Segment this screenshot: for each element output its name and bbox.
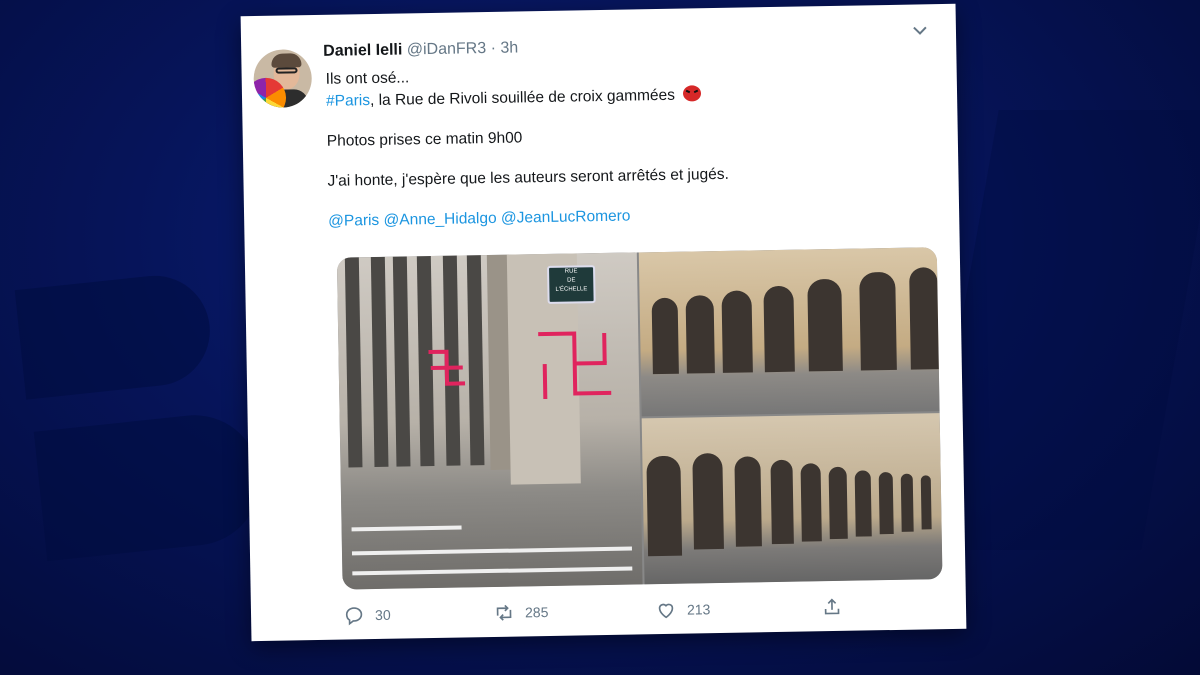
reply-count: 30	[374, 606, 391, 624]
mention-link[interactable]: @JeanLucRomero	[501, 208, 631, 227]
mention-link[interactable]: @Anne_Hidalgo	[383, 210, 496, 229]
like-button[interactable]: 213	[655, 598, 711, 621]
background-letter-shape	[14, 270, 216, 400]
tweet-time[interactable]: 3h	[500, 39, 518, 56]
background-letter-shape	[33, 408, 267, 562]
tweet-text: Ils ont osé... #Paris, la Rue de Rivoli …	[326, 58, 929, 232]
separator-dot: ·	[490, 39, 497, 57]
avatar[interactable]	[253, 49, 313, 109]
punctuation: ,	[369, 91, 375, 110]
graffiti-mark	[538, 331, 612, 400]
photo-grid: RUE DE L'ÉCHELLE	[336, 247, 943, 590]
tweet-actions: 30 285 213	[343, 594, 943, 634]
mention-link[interactable]: @Paris	[328, 212, 379, 230]
tweet-header: Daniel Ielli @iDanFR3 · 3h	[323, 39, 518, 60]
street-sign: RUE DE L'ÉCHELLE	[547, 265, 596, 304]
like-count: 213	[686, 601, 711, 618]
share-icon	[824, 598, 840, 615]
retweet-icon	[496, 604, 512, 621]
author-handle[interactable]: @iDanFR3	[407, 40, 487, 58]
angry-face-emoji-icon	[683, 85, 702, 102]
retweet-button[interactable]: 285	[493, 601, 549, 624]
retweet-count: 285	[524, 604, 549, 621]
hashtag-link[interactable]: #Paris	[326, 92, 370, 110]
photo-arcade-facade-2[interactable]	[641, 413, 943, 585]
heart-icon	[658, 603, 674, 619]
share-button[interactable]	[821, 596, 843, 618]
reply-button[interactable]: 30	[343, 604, 391, 627]
reply-icon	[345, 607, 363, 626]
photo-arcade-graffiti[interactable]: RUE DE L'ÉCHELLE	[336, 252, 643, 590]
author-name[interactable]: Daniel Ielli	[323, 41, 402, 59]
tweet-line-text: la Rue de Rivoli souillée de croix gammé…	[378, 86, 676, 109]
chevron-down-icon[interactable]	[912, 24, 928, 36]
graffiti-mark	[428, 349, 466, 386]
tweet-card: Daniel Ielli @iDanFR3 · 3h Ils ont osé..…	[240, 3, 967, 642]
photo-arcade-facade-1[interactable]	[638, 247, 940, 417]
